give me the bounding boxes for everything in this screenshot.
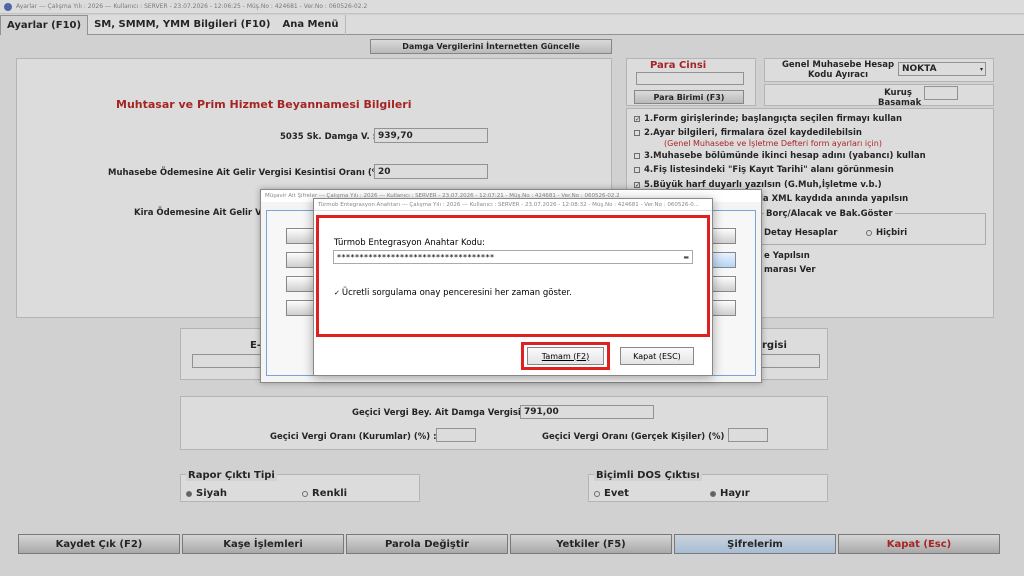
turmob-highlight-box: [316, 215, 710, 337]
reveal-password-icon[interactable]: ▬: [683, 254, 689, 261]
anahtar-kodu-value: ***********************************: [337, 252, 495, 262]
kapat-button[interactable]: Kapat (ESC): [620, 347, 694, 365]
sifre-row-button[interactable]: [286, 300, 314, 316]
checkbox-checked-icon: ✓: [334, 289, 340, 297]
ucretli-sorgulama-checkbox[interactable]: ✓ Ücretli sorgulama onay penceresini her…: [334, 288, 572, 298]
sifre-row-button[interactable]: [286, 252, 314, 268]
anahtar-kodu-input[interactable]: *********************************** ▬: [333, 250, 693, 264]
tamam-button[interactable]: Tamam (F2): [527, 347, 604, 365]
anahtar-kodu-label: Türmob Entegrasyon Anahtar Kodu:: [334, 238, 486, 248]
turmob-dialog-title: Türmob Entegrasyon Anahtarı --- Çalışma …: [314, 199, 712, 211]
sifre-row-button[interactable]: [286, 228, 314, 244]
sifre-row-button[interactable]: [286, 276, 314, 292]
